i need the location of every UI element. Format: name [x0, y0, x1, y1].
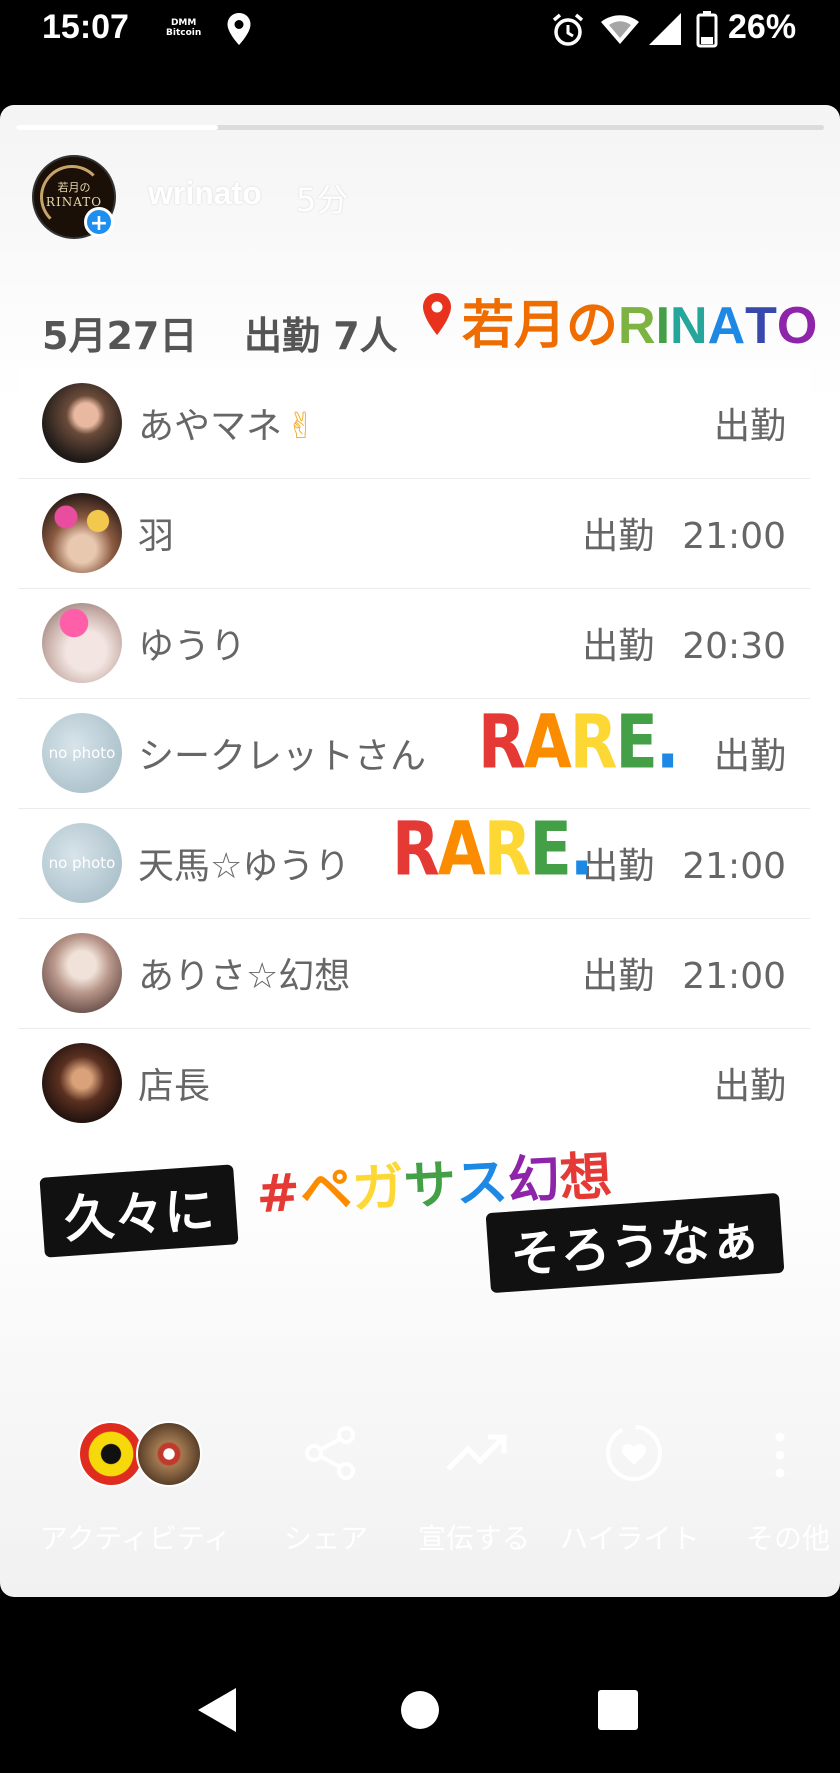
story-viewer[interactable]: 若月の RINATO + wrinato 5分 5月27日 出勤 7人 若月のR…	[0, 105, 840, 1597]
attendance-count: 出勤 7人	[244, 314, 398, 358]
member-status: 出勤 21:00	[582, 947, 786, 999]
status-text: 出勤	[582, 516, 655, 557]
place-name-part1: 若月の	[462, 297, 619, 355]
member-name-text: あやマネ	[138, 406, 283, 447]
start-time: 21:00	[682, 846, 786, 887]
place-name-part2: RINATO	[618, 297, 818, 355]
more-vertical-icon	[775, 1432, 785, 1478]
dmm-line2: Bitcoin	[166, 28, 202, 38]
member-status: 出勤	[714, 1057, 786, 1109]
member-avatar	[42, 603, 122, 683]
more-label: その他	[746, 1522, 831, 1555]
share-button[interactable]: シェア	[280, 1415, 380, 1565]
member-avatar	[42, 1043, 122, 1123]
dmm-line1: DMM	[170, 18, 197, 28]
add-story-icon[interactable]: +	[84, 207, 114, 237]
peace-emoji-icon: ✌	[286, 406, 317, 447]
location-icon	[227, 13, 251, 45]
member-name: ゆうり	[138, 626, 247, 667]
battery-percent: 26%	[728, 8, 797, 46]
activity-label: アクティビティ	[40, 1522, 232, 1555]
member-status: 出勤 21:00	[582, 837, 786, 889]
share-label: シェア	[284, 1522, 369, 1555]
start-time: 21:00	[682, 516, 786, 557]
attendance-list: あやマネ ✌ 出勤 羽 出勤 21:00 ゆうり 出勤 20:30 no photo …	[18, 369, 810, 1138]
status-text: 出勤	[582, 846, 655, 887]
list-item: no photo シークレットさん 出勤	[18, 699, 810, 809]
status-text: 出勤	[582, 956, 655, 997]
wifi-icon	[601, 15, 639, 44]
story-progress-bar	[16, 125, 824, 130]
highlight-button[interactable]: ハイライト	[560, 1415, 710, 1565]
member-status: 出勤	[714, 727, 786, 779]
rare-sticker[interactable]: RARE.	[392, 805, 593, 893]
home-icon[interactable]	[399, 1689, 441, 1731]
status-text: 出勤	[713, 1066, 786, 1107]
highlight-label: ハイライト	[560, 1522, 700, 1555]
member-status: 出勤 20:30	[582, 617, 786, 669]
list-item: ありさ☆幻想 出勤 21:00	[18, 919, 810, 1029]
back-icon[interactable]	[196, 1686, 240, 1734]
share-icon	[305, 1426, 355, 1480]
member-status: 出勤	[714, 397, 786, 449]
recents-icon[interactable]	[597, 1689, 639, 1731]
more-button[interactable]: その他	[742, 1415, 840, 1565]
alarm-icon	[552, 13, 584, 46]
avatar-logo-line1: 若月の	[57, 181, 91, 194]
member-avatar	[42, 933, 122, 1013]
member-avatar: no photo	[42, 823, 122, 903]
trending-up-icon	[446, 1434, 507, 1471]
status-time: 15:07	[42, 8, 129, 46]
member-avatar	[42, 493, 122, 573]
start-time: 21:00	[682, 956, 786, 997]
member-name: 天馬☆ゆうり	[138, 846, 351, 887]
member-name: あやマネ ✌	[138, 397, 316, 449]
location-pin-icon	[423, 293, 451, 335]
viewer-avatar	[78, 1421, 144, 1487]
member-name: ありさ☆幻想	[138, 956, 351, 997]
username[interactable]: wrinato	[148, 175, 262, 212]
story-progress-fill	[16, 125, 218, 130]
hisashiburi-sticker[interactable]: 久々に	[39, 1164, 239, 1258]
status-text: 出勤	[582, 626, 655, 667]
viewer-avatar	[136, 1421, 202, 1487]
location-sticker[interactable]: 若月のRINATO	[462, 283, 817, 358]
member-status: 出勤 21:00	[582, 507, 786, 559]
story-time-ago: 5分	[296, 181, 349, 219]
status-bar: 15:07 DMM Bitcoin 26%	[0, 0, 840, 60]
rare-sticker[interactable]: RARE.	[478, 698, 679, 786]
list-item: ゆうり 出勤 20:30	[18, 589, 810, 699]
no-photo-placeholder: no photo	[42, 823, 122, 903]
promote-label: 宣伝する	[418, 1522, 531, 1555]
start-time: 20:30	[682, 626, 786, 667]
status-text: 出勤	[713, 736, 786, 777]
activity-button[interactable]: アクティビティ	[40, 1415, 250, 1565]
no-photo-placeholder: no photo	[42, 713, 122, 793]
schedule-date: 5月27日	[42, 314, 198, 358]
list-item: 店長 出勤	[18, 1029, 810, 1138]
story-action-bar: アクティビティ シェア 宣伝する ハイライト その他	[0, 1415, 840, 1597]
member-name: 羽	[138, 516, 175, 557]
member-name: 店長	[138, 1066, 211, 1107]
battery-icon	[696, 11, 718, 48]
member-avatar	[42, 383, 122, 463]
promote-button[interactable]: 宣伝する	[416, 1415, 536, 1565]
dmm-bitcoin-icon: DMM Bitcoin	[166, 18, 201, 38]
list-item: 羽 出勤 21:00	[18, 479, 810, 589]
member-avatar: no photo	[42, 713, 122, 793]
system-navigation-bar	[0, 1600, 840, 1773]
highlight-heart-icon	[606, 1425, 662, 1481]
member-name: シークレットさん	[138, 736, 427, 777]
list-item: あやマネ ✌ 出勤	[18, 369, 810, 479]
signal-icon	[649, 13, 681, 45]
status-text: 出勤	[713, 406, 786, 447]
